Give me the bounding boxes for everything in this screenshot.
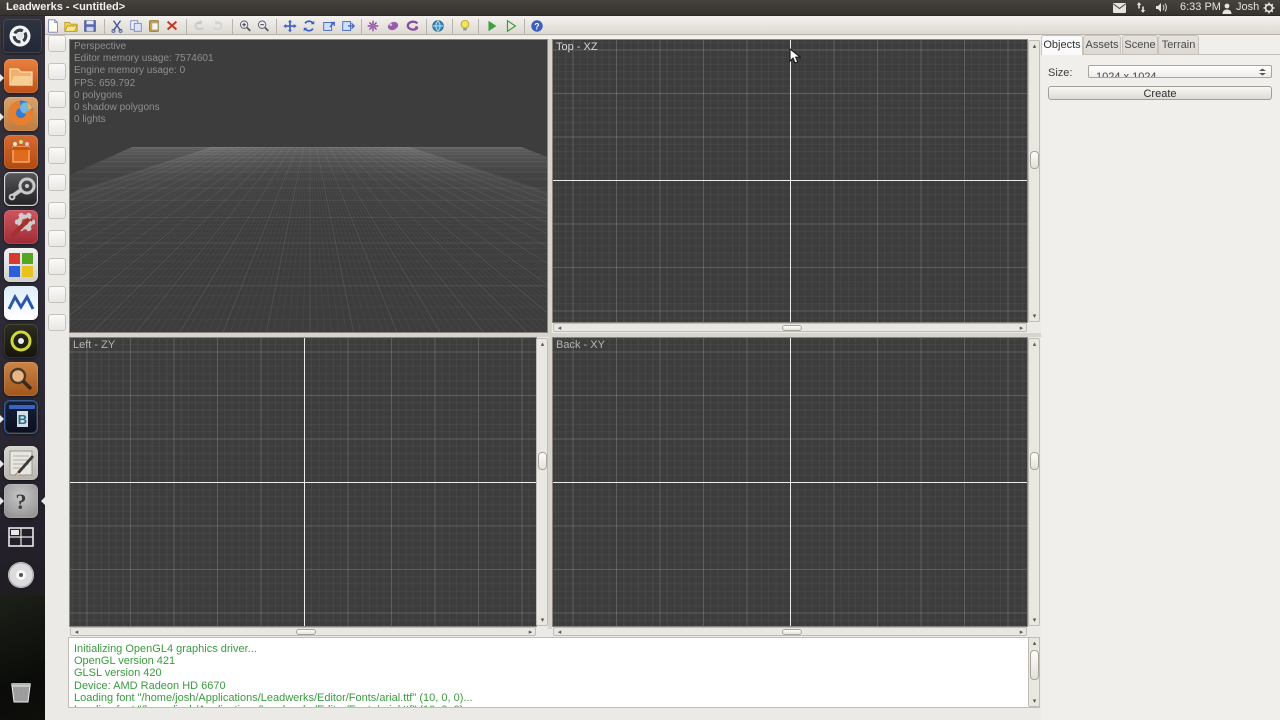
svg-text:?: ?	[534, 22, 539, 32]
svg-text:B: B	[18, 412, 27, 427]
svg-text:?: ?	[16, 489, 27, 514]
